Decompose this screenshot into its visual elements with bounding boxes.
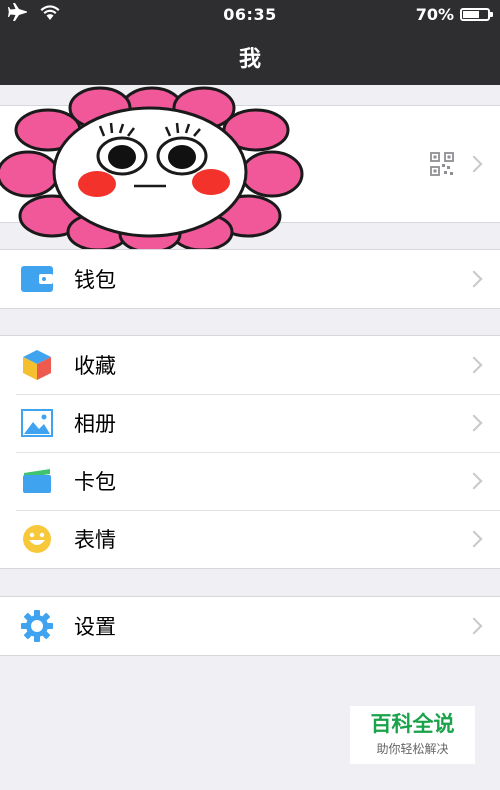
menu-item-card-pack[interactable]: 卡包 — [0, 452, 500, 510]
wifi-icon — [40, 4, 60, 24]
menu-item-stickers[interactable]: 表情 — [0, 510, 500, 568]
nav-bar: 我 — [0, 28, 500, 85]
airplane-icon — [8, 3, 28, 25]
battery-icon — [460, 7, 493, 21]
emoji-smile-icon — [20, 522, 54, 556]
menu-item-label: 卡包 — [74, 470, 116, 494]
chevron-right-icon — [465, 617, 483, 635]
menu-item-label: 收藏 — [74, 354, 116, 378]
menu-item-label: 相册 — [74, 412, 116, 436]
qr-code-icon[interactable] — [430, 152, 454, 176]
menu-item-album[interactable]: 相册 — [0, 394, 500, 452]
wallet-icon — [20, 262, 54, 296]
chevron-right-icon — [465, 530, 483, 548]
page-title: 我 — [238, 46, 261, 72]
watermark-title: 百科全说 — [370, 712, 455, 737]
settings-gear-icon — [20, 609, 54, 643]
chevron-right-icon — [465, 472, 483, 490]
watermark-logo: 百科全说 助你轻松解决 — [350, 706, 475, 764]
menu-item-settings[interactable]: 设置 — [0, 597, 500, 655]
album-photo-icon — [20, 406, 54, 440]
menu-item-label: 设置 — [74, 615, 116, 639]
chevron-right-icon — [465, 270, 483, 288]
settings-group: 设置 — [0, 596, 500, 656]
battery-percent: 70% — [415, 4, 454, 24]
profile-chevron-icon — [465, 155, 483, 173]
status-bar: 06:35 70% — [0, 0, 500, 28]
menu-item-label: 钱包 — [74, 268, 116, 292]
card-pack-icon — [20, 464, 54, 498]
menu-group: 收藏 相册 卡包 表情 — [0, 335, 500, 569]
wallet-group: 钱包 — [0, 249, 500, 309]
avatar[interactable] — [0, 86, 304, 254]
watermark-subtitle: 助你轻松解决 — [376, 741, 449, 756]
favorites-cube-icon — [20, 348, 54, 382]
menu-item-label: 表情 — [74, 528, 116, 552]
menu-item-wallet[interactable]: 钱包 — [0, 250, 500, 308]
chevron-right-icon — [465, 414, 483, 432]
menu-item-favorites[interactable]: 收藏 — [0, 336, 500, 394]
battery-level — [463, 10, 480, 18]
chevron-right-icon — [465, 356, 483, 374]
